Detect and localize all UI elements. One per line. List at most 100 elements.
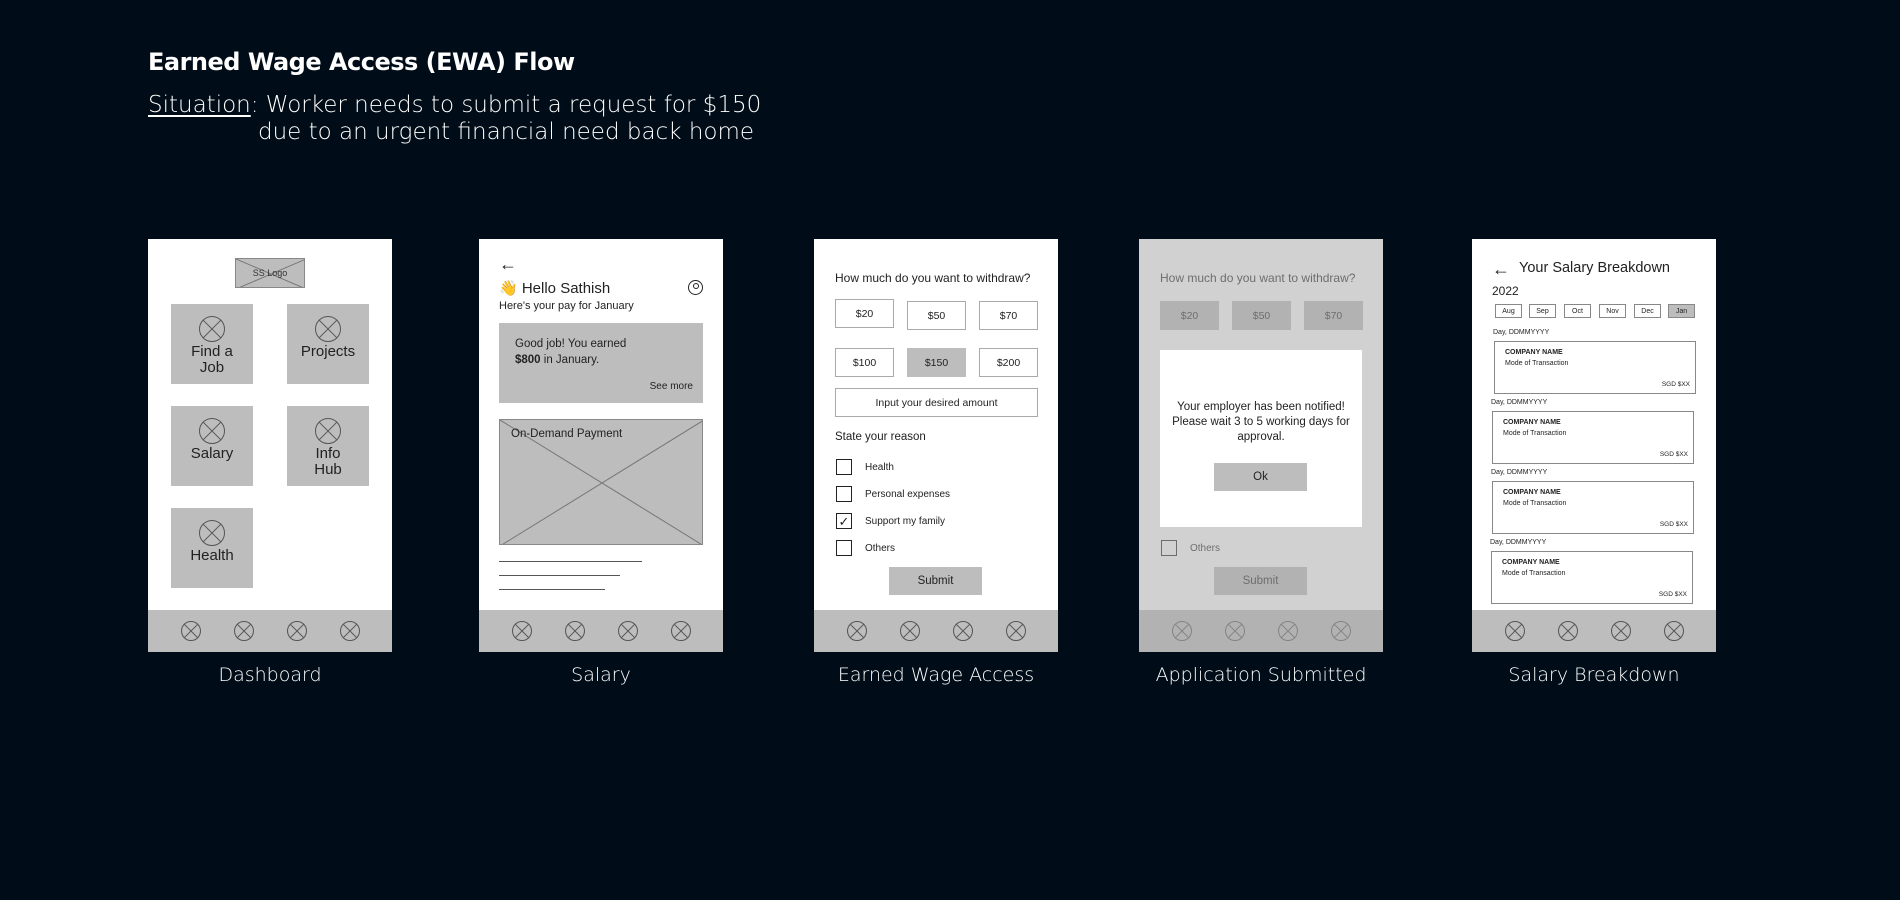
month-tab[interactable]: Dec [1634, 304, 1661, 318]
transaction-card[interactable]: COMPANY NAME Mode of Transaction SGD $XX [1491, 551, 1693, 604]
amount-option-selected[interactable]: $150 [907, 348, 966, 377]
month-tab-selected[interactable]: Jan [1668, 304, 1695, 318]
situation-line-2: due to an urgent financial need back hom… [258, 119, 755, 145]
transaction-card[interactable]: COMPANY NAME Mode of Transaction SGD $XX [1492, 411, 1694, 464]
nav-icon-1[interactable] [180, 621, 201, 641]
reason-row-health[interactable]: Health [836, 459, 894, 475]
transaction-mode: Mode of Transaction [1503, 500, 1567, 507]
reason-row-others[interactable]: Others [836, 540, 895, 556]
situation-text: Situation: Worker needs to submit a requ… [148, 92, 761, 146]
nav-icon-4[interactable] [1663, 621, 1684, 641]
checkbox[interactable] [836, 459, 852, 475]
logo-placeholder: SS Logo [235, 258, 305, 288]
bottom-nav [479, 610, 723, 652]
caption-dashboard: Dashboard [218, 664, 322, 686]
checkmark-icon: ✓ [838, 513, 850, 529]
nav-icon-1[interactable] [511, 621, 532, 641]
month-tab[interactable]: Aug [1495, 304, 1522, 318]
submit-button[interactable]: Submit [889, 567, 982, 595]
tile-salary[interactable]: Salary [171, 406, 253, 486]
transaction-amount: SGD $XX [1661, 381, 1690, 388]
text-placeholder-line [499, 561, 642, 562]
on-demand-label: On-Demand Payment [511, 428, 623, 440]
tile-projects[interactable]: Projects [287, 304, 369, 384]
tile-find-a-job[interactable]: Find a Job [171, 304, 253, 384]
caption-ewa: Earned Wage Access [837, 664, 1035, 686]
nav-icon-2[interactable] [1557, 621, 1578, 641]
checkbox[interactable] [836, 540, 852, 556]
nav-icon-2[interactable] [564, 621, 585, 641]
caption-submitted: Application Submitted [1155, 664, 1367, 686]
tile-info-hub[interactable]: Info Hub [287, 406, 369, 486]
pay-subtitle: Here's your pay for January [499, 300, 634, 312]
nav-icon-3[interactable] [617, 621, 638, 641]
transaction-amount: SGD $XX [1659, 451, 1688, 458]
checkbox-checked[interactable]: ✓ [836, 513, 852, 529]
ok-button[interactable]: Ok [1214, 463, 1307, 491]
earnings-card[interactable]: Good job! You earned $800 in January. Se… [499, 323, 703, 403]
reason-row-family[interactable]: ✓ Support my family [836, 513, 945, 529]
transaction-mode: Mode of Transaction [1505, 360, 1569, 367]
breakdown-title: Your Salary Breakdown [1519, 260, 1670, 276]
bottom-nav [814, 610, 1058, 652]
tile-label: Find a Job [191, 343, 233, 376]
confirmation-message: Your employer has been notified! Please … [1172, 401, 1350, 443]
amount-option[interactable]: $100 [835, 348, 894, 377]
withdraw-question: How much do you want to withdraw? [835, 271, 1031, 285]
transaction-date: Day, DDMMYYYY [1490, 539, 1547, 546]
see-more-link[interactable]: See more [650, 379, 693, 395]
text-placeholder-line [499, 575, 620, 576]
greeting: 👋 Hello Sathish [499, 280, 611, 297]
year-label: 2022 [1492, 284, 1519, 298]
nav-icon-2[interactable] [233, 621, 254, 641]
tile-health[interactable]: Health [171, 508, 253, 588]
transaction-card[interactable]: COMPANY NAME Mode of Transaction SGD $XX [1492, 481, 1694, 534]
transaction-amount: SGD $XX [1659, 521, 1688, 528]
month-tab[interactable]: Oct [1564, 304, 1591, 318]
tile-label: Projects [300, 343, 356, 360]
nav-icon-4[interactable] [670, 621, 691, 641]
tile-label: Health [190, 547, 234, 564]
nav-icon-1[interactable] [846, 621, 867, 641]
transaction-date: Day, DDMMYYYY [1491, 399, 1548, 406]
transaction-mode: Mode of Transaction [1503, 430, 1567, 437]
bottom-nav [1472, 610, 1716, 652]
nav-icon-4[interactable] [339, 621, 360, 641]
desired-amount-input[interactable]: Input your desired amount [835, 388, 1038, 417]
breakdown-screen: ← Your Salary Breakdown 2022 Aug Sep Oct… [1472, 239, 1716, 652]
transaction-card[interactable]: COMPANY NAME Mode of Transaction SGD $XX [1494, 341, 1696, 394]
amount-option[interactable]: $70 [979, 301, 1038, 330]
checkbox[interactable] [836, 486, 852, 502]
text-placeholder-line [499, 589, 605, 590]
amount-option[interactable]: $20 [835, 299, 894, 328]
nav-icon-1[interactable] [1504, 621, 1525, 641]
amount-option[interactable]: $50 [907, 301, 966, 330]
nav-icon-4[interactable] [1005, 621, 1026, 641]
placeholder-icon [315, 418, 341, 444]
nav-icon-3[interactable] [1610, 621, 1631, 641]
on-demand-payment-card[interactable]: On-Demand Payment [499, 419, 703, 545]
placeholder-icon [199, 418, 225, 444]
situation-line-1: : Worker needs to submit a request for $… [250, 92, 762, 118]
nav-icon-2[interactable] [899, 621, 920, 641]
month-tab[interactable]: Sep [1529, 304, 1556, 318]
profile-icon[interactable] [688, 280, 703, 295]
salary-screen: ← 👋 Hello Sathish Here's your pay for Ja… [479, 239, 723, 652]
company-name: COMPANY NAME [1503, 489, 1561, 496]
placeholder-icon [199, 316, 225, 342]
company-name: COMPANY NAME [1505, 349, 1563, 356]
nav-icon-3[interactable] [952, 621, 973, 641]
earnings-line-1: Good job! You earned [515, 338, 627, 350]
tile-label: Info Hub [314, 445, 342, 478]
situation-label: Situation [148, 92, 251, 118]
transaction-date: Day, DDMMYYYY [1493, 329, 1550, 336]
back-arrow-icon[interactable]: ← [1492, 260, 1510, 278]
amount-option[interactable]: $200 [979, 348, 1038, 377]
month-tab[interactable]: Nov [1599, 304, 1626, 318]
nav-icon-3[interactable] [286, 621, 307, 641]
transaction-date: Day, DDMMYYYY [1491, 469, 1548, 476]
bottom-nav [148, 610, 392, 652]
back-arrow-icon[interactable]: ← [499, 255, 517, 273]
reason-label: Personal expenses [865, 488, 951, 500]
reason-row-personal[interactable]: Personal expenses [836, 486, 950, 502]
